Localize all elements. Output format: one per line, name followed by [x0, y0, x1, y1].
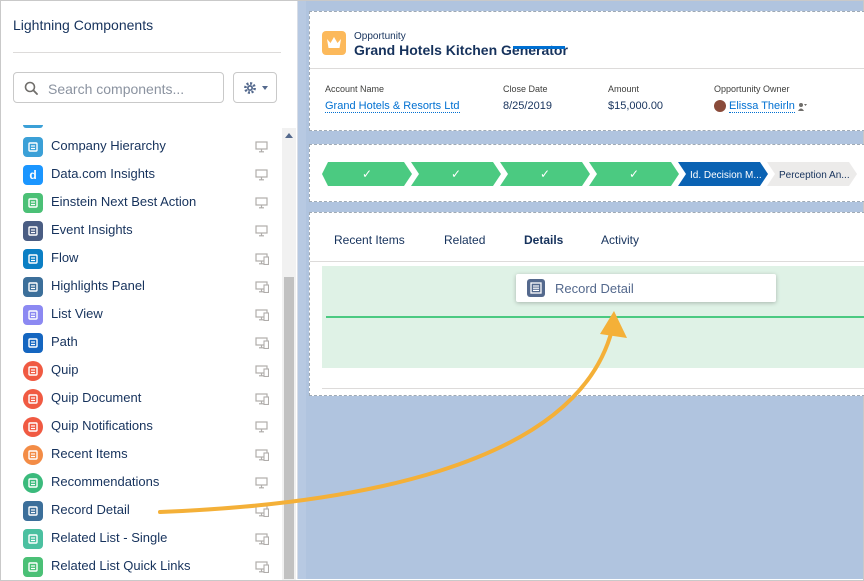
drag-arrow [158, 311, 627, 514]
